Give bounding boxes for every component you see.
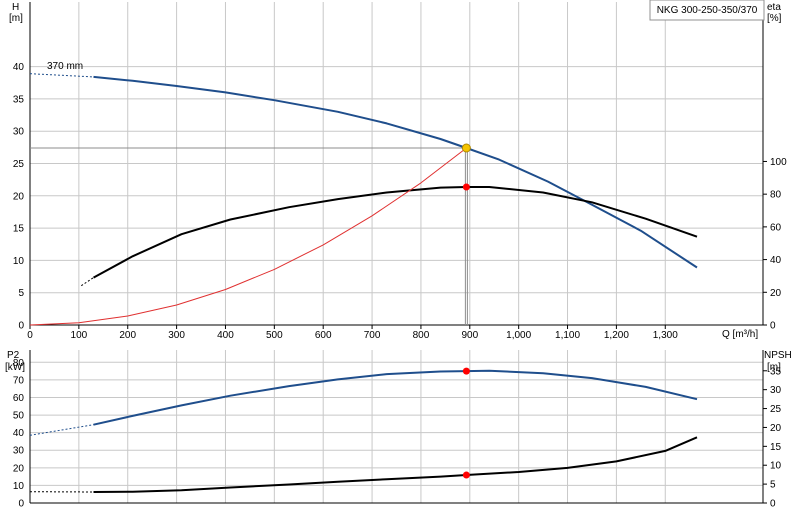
x-tick-label: 900: [461, 330, 478, 341]
top-left-tick-label: 20: [13, 191, 25, 202]
top-right-tick-label: 20: [770, 288, 782, 299]
bottom-left-tick-label: 40: [13, 428, 25, 439]
top-right-tick-label: 60: [770, 222, 782, 233]
bottom-left-tick-label: 0: [18, 499, 24, 510]
pump-curve-chart: 05101520253035400204060801000 100 200 300 40…: [5, 0, 792, 510]
bottom-left-tick-label: 70: [13, 375, 25, 386]
bottom-left-tick-label: 20: [13, 463, 25, 474]
bottom-right-tick-label: 15: [770, 442, 782, 453]
bottom-left-axis-unit: [kW]: [5, 362, 25, 373]
x-tick-label: 600: [315, 330, 332, 341]
title-box: NKG 300-250-350/370: [649, 0, 765, 21]
bottom-right-tick-label: 25: [770, 404, 782, 415]
x-tick-label: 300: [168, 330, 185, 341]
top-left-tick-label: 40: [13, 62, 25, 73]
bottom-right-tick-label: 20: [770, 423, 782, 434]
duty-point-marker: [461, 143, 471, 153]
npsh-duty-marker: [462, 471, 470, 479]
x-tick-label: 400: [217, 330, 234, 341]
top-head-curve: [93, 75, 698, 269]
top-left-tick-label: 25: [13, 159, 25, 170]
chart-title: NKG 300-250-350/370: [657, 5, 758, 16]
top-right-axis-unit: [%]: [767, 13, 782, 24]
top-left-tick-label: 0: [18, 321, 24, 332]
x-axis-label: Q [m³/h]: [722, 329, 758, 340]
x-tick-label: 200: [119, 330, 136, 341]
x-tick-label: 1,000: [506, 330, 531, 341]
top-right-tick-label: 0: [770, 321, 776, 332]
label-layer: 05101520253035400204060801000 100 200 300 40…: [13, 62, 787, 509]
bottom-left-tick-label: 10: [13, 481, 25, 492]
top-right-tick-label: 40: [770, 255, 782, 266]
bottom-left-tick-label: 30: [13, 446, 25, 457]
top-system_curve-curve: [29, 147, 467, 326]
efficiency-duty-marker: [462, 183, 470, 191]
top-left-tick-label: 15: [13, 224, 25, 235]
top-left-tick-label: 5: [18, 288, 24, 299]
bottom-left-axis-label: P2: [7, 350, 20, 361]
bottom-left-tick-label: 50: [13, 411, 25, 422]
x-tick-label: 500: [266, 330, 283, 341]
bottom-right-tick-label: 10: [770, 461, 782, 472]
x-tick-label: 1,300: [653, 330, 678, 341]
top-right-tick-label: 80: [770, 190, 782, 201]
top-left-axis-label: H: [12, 2, 19, 13]
x-tick-label: 700: [364, 330, 381, 341]
impeller-label: 370 mm: [47, 61, 83, 72]
series-layer: [29, 73, 698, 493]
bottom-right-tick-label: 5: [770, 480, 776, 491]
x-tick-label: 1,100: [555, 330, 580, 341]
x-tick-label: 0: [27, 330, 33, 341]
bottom-npsh-curve: [93, 436, 698, 493]
bottom-left-tick-label: 60: [13, 393, 25, 404]
bottom-right-tick-label: 30: [770, 385, 782, 396]
top-left-tick-label: 10: [13, 256, 25, 267]
bottom-right-axis-unit: [m]: [767, 362, 781, 373]
top-head-extension: [29, 73, 94, 78]
x-tick-label: 800: [413, 330, 430, 341]
top-left-tick-label: 30: [13, 127, 25, 138]
bottom-right-axis-label: NPSH: [764, 350, 792, 361]
marker-layer: [461, 143, 471, 479]
bottom-power-extension: [29, 424, 94, 436]
top-left-tick-label: 35: [13, 94, 25, 105]
x-tick-label: 1,200: [604, 330, 629, 341]
power-duty-marker: [462, 367, 470, 375]
top-right-tick-label: 100: [770, 157, 787, 168]
top-efficiency-extension: [81, 277, 94, 287]
top-left-axis-unit: [m]: [9, 13, 23, 24]
bottom-right-tick-label: 0: [770, 499, 776, 510]
top-right-axis-label: eta: [767, 2, 781, 13]
x-tick-label: 100: [71, 330, 88, 341]
